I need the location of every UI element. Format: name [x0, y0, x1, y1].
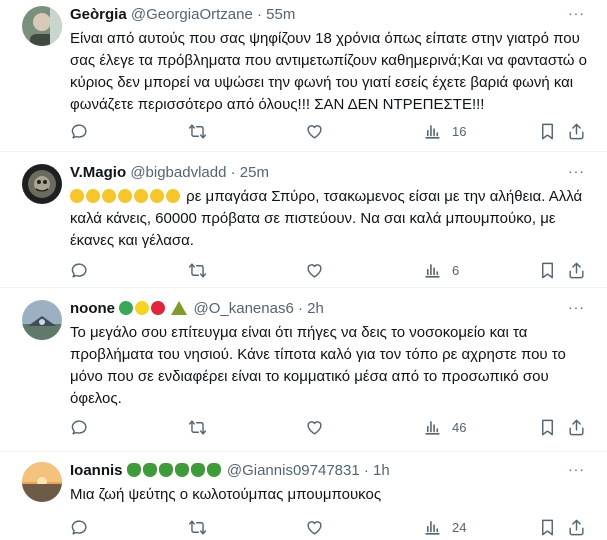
separator: · — [297, 300, 303, 317]
views-icon — [423, 261, 442, 280]
views-count: 16 — [452, 123, 467, 139]
like-button[interactable] — [305, 416, 324, 438]
views-button[interactable]: 6 — [423, 259, 459, 281]
views-count: 6 — [452, 262, 460, 278]
author-name[interactable]: V.Magio — [70, 164, 126, 181]
reply-icon — [70, 518, 89, 537]
retweet-button[interactable] — [188, 416, 207, 438]
reply-button[interactable] — [70, 259, 89, 281]
tweet-header: V.Magio @bigbadvladd · 25m — [70, 163, 269, 183]
author-name[interactable]: Geòrgia — [70, 6, 127, 23]
bookmark-button[interactable] — [538, 516, 557, 538]
bookmark-icon — [538, 261, 557, 280]
tweet-actions: 46 — [70, 416, 590, 438]
share-icon — [567, 261, 586, 280]
views-count: 24 — [452, 519, 467, 535]
share-button[interactable] — [567, 120, 586, 142]
share-button[interactable] — [567, 516, 586, 538]
avatar[interactable] — [22, 462, 62, 502]
separator: · — [256, 6, 262, 23]
more-options-icon[interactable]: ··· — [568, 5, 585, 21]
red-heart-icon — [151, 301, 166, 315]
tweet-actions: 16 — [70, 120, 590, 142]
retweet-icon — [188, 122, 207, 141]
like-icon — [305, 261, 324, 280]
like-button[interactable] — [305, 120, 324, 142]
share-icon — [567, 122, 586, 141]
timestamp[interactable]: 55m — [266, 6, 295, 23]
author-name[interactable]: noone — [70, 300, 115, 317]
tweet[interactable]: V.Magio @bigbadvladd · 25m ··· ρε μπαγάσ… — [0, 152, 607, 288]
like-button[interactable] — [305, 516, 324, 538]
tweet-actions: 24 — [70, 516, 590, 538]
author-handle[interactable]: @Giannis09747831 — [227, 462, 360, 479]
reply-icon — [70, 122, 89, 141]
tweet[interactable]: noone @O_kanenas6 · 2h ··· Το μεγάλο σου… — [0, 288, 607, 452]
tweet-header: Ioannis @Giannis09747831 · 1h — [70, 461, 390, 481]
tweet-actions: 6 — [70, 259, 590, 281]
retweet-icon — [188, 518, 207, 537]
separator: · — [363, 462, 369, 479]
shamrock-emojis-icon — [126, 462, 223, 479]
like-icon — [305, 122, 324, 141]
avatar[interactable] — [22, 300, 62, 340]
reply-button[interactable] — [70, 416, 89, 438]
bookmark-button[interactable] — [538, 416, 557, 438]
tweet-header: noone @O_kanenas6 · 2h — [70, 299, 324, 319]
tweet-text: Είναι από αυτούς που σας ψηφίζουν 18 χρό… — [70, 30, 588, 113]
views-icon — [423, 418, 442, 437]
bookmark-icon — [538, 122, 557, 141]
bookmark-button[interactable] — [538, 120, 557, 142]
retweet-icon — [188, 261, 207, 280]
tweet-text: Μια ζωή ψεύτης ο κωλοτούμπας μπουμπουκος — [70, 486, 382, 503]
more-options-icon[interactable]: ··· — [568, 299, 585, 315]
avatar[interactable] — [22, 6, 62, 46]
retweet-icon — [188, 418, 207, 437]
timestamp[interactable]: 25m — [240, 164, 269, 181]
author-handle[interactable]: @GeorgiaOrtzane — [131, 6, 253, 23]
yellow-heart-icon — [135, 301, 150, 315]
more-options-icon[interactable]: ··· — [568, 461, 585, 477]
bookmark-icon — [538, 518, 557, 537]
tweet-text: ρε μπαγάσα Σπύρο, τσακωμενος είσαι με τη… — [70, 186, 590, 252]
tweet-header: Geòrgia @GeorgiaOrtzane · 55m — [70, 5, 295, 25]
share-button[interactable] — [567, 259, 586, 281]
tweet[interactable]: Geòrgia @GeorgiaOrtzane · 55m ··· Είναι … — [0, 0, 607, 152]
laughing-emoji-icon — [70, 188, 182, 205]
author-handle[interactable]: @bigbadvladd — [130, 164, 226, 181]
heart-emojis-icon — [119, 300, 167, 317]
views-count: 46 — [452, 419, 467, 435]
reply-icon — [70, 418, 89, 437]
tweet-text: Το μεγάλο σου επίτευγμα είναι ότι πήγες … — [70, 324, 566, 407]
avatar[interactable] — [22, 164, 62, 204]
tent-emoji-icon — [171, 301, 188, 315]
separator: · — [230, 164, 236, 181]
views-button[interactable]: 16 — [423, 120, 466, 142]
tweet[interactable]: Ioannis @Giannis09747831 · 1h ··· Μια ζω… — [0, 452, 607, 540]
timestamp[interactable]: 1h — [373, 462, 390, 479]
like-button[interactable] — [305, 259, 324, 281]
reply-icon — [70, 261, 89, 280]
reply-button[interactable] — [70, 516, 89, 538]
author-name[interactable]: Ioannis — [70, 462, 123, 479]
share-icon — [567, 518, 586, 537]
reply-button[interactable] — [70, 120, 89, 142]
views-button[interactable]: 24 — [423, 516, 466, 538]
share-icon — [567, 418, 586, 437]
timestamp[interactable]: 2h — [307, 300, 324, 317]
retweet-button[interactable] — [188, 259, 207, 281]
share-button[interactable] — [567, 416, 586, 438]
views-button[interactable]: 46 — [423, 416, 466, 438]
views-icon — [423, 518, 442, 537]
views-icon — [423, 122, 442, 141]
bookmark-icon — [538, 418, 557, 437]
green-heart-icon — [119, 301, 134, 315]
author-handle[interactable]: @O_kanenas6 — [194, 300, 294, 317]
like-icon — [305, 418, 324, 437]
retweet-button[interactable] — [188, 516, 207, 538]
bookmark-button[interactable] — [538, 259, 557, 281]
retweet-button[interactable] — [188, 120, 207, 142]
like-icon — [305, 518, 324, 537]
more-options-icon[interactable]: ··· — [568, 163, 585, 179]
